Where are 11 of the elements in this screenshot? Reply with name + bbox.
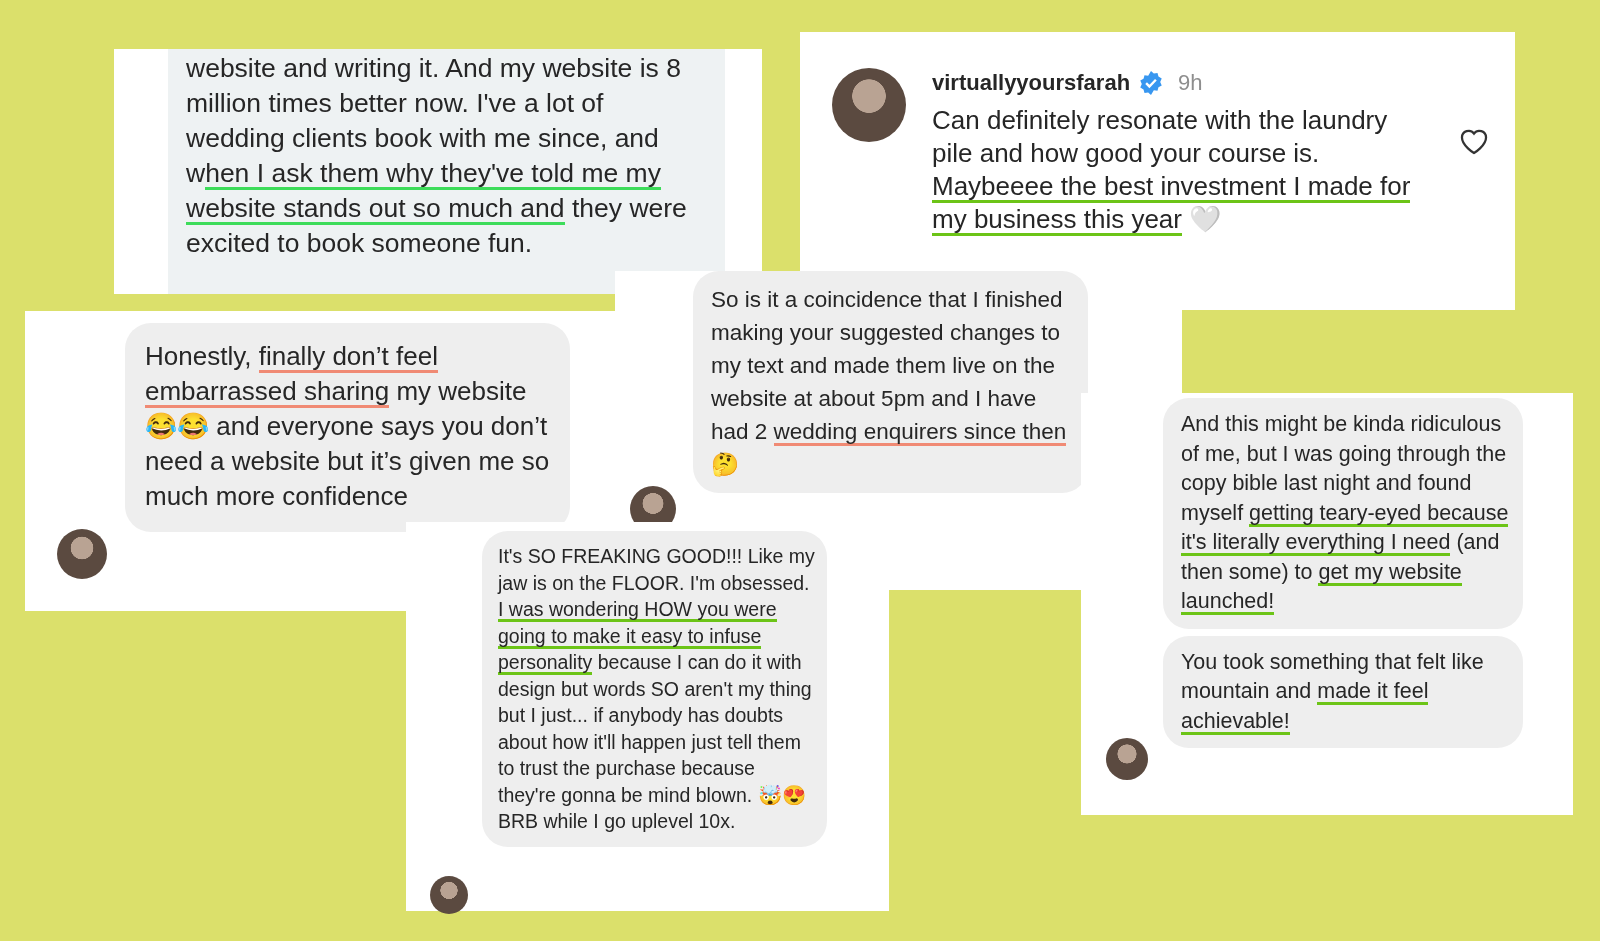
- message-bubble: Honestly, finally don’t feel embarrassed sharing my website 😂😂 and everyone says you don’t need a website but it’s given me so much more confidence: [125, 323, 570, 532]
- avatar: [57, 529, 107, 579]
- avatar: [430, 876, 468, 914]
- comment-time: 9h: [1178, 70, 1203, 96]
- message-bubble: You took something that felt like mountain and made it feel achievable!: [1163, 635, 1523, 748]
- avatar: [1106, 738, 1148, 780]
- message-bubble: So is it a coincidence that I finished making your suggested changes to my text and made them live on the website at about 5pm and I have had 2 wedding enquirers since then 🤔: [693, 271, 1088, 493]
- comment-text: Can definitely resonate with the laundry pile and how good your course is. Maybeeee the best investment I made for my business this year 🤍: [932, 104, 1412, 236]
- message-bubble: And this might be kinda ridiculous of me, but I was going through the copy bible last night and found myself getting teary-eyed because it's literally everything I need (and then some) to get my website launched!: [1163, 398, 1523, 629]
- username[interactable]: virtuallyyoursfarah: [932, 70, 1131, 96]
- message-bubble: It's SO FREAKING GOOD!!! Like my jaw is on the FLOOR. I'm obsessed. I was wondering HOW you were going to make it easy to infuse personality because I can do it with design but words SO aren't my thing but I just... if anybody has doubts about how it'll happen just tell them to trust the purchase because they're gonna be mind blown. 🤯😍 BRB while I go uplevel 10x.: [482, 531, 827, 847]
